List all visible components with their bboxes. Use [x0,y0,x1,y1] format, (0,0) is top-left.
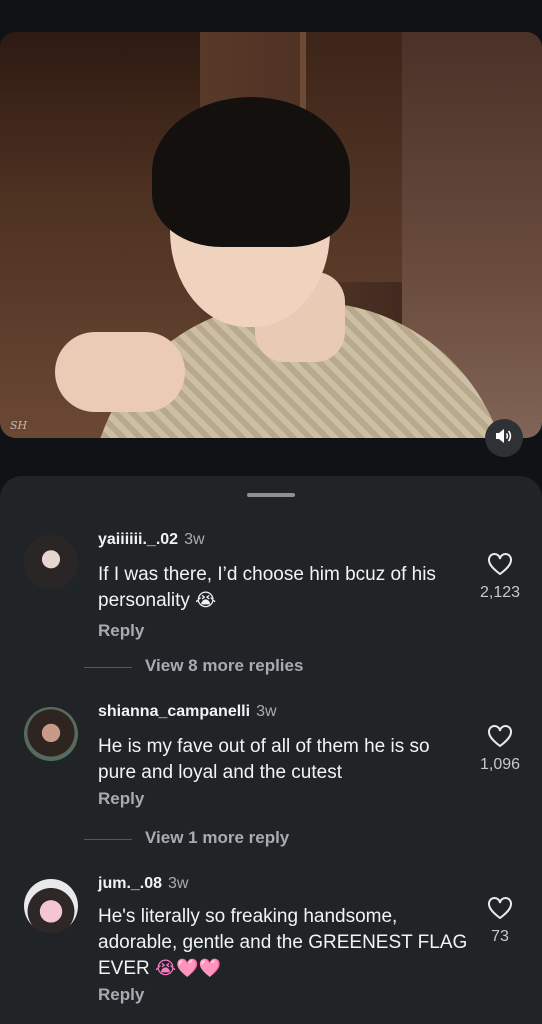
comment-username[interactable]: jum._.08 [98,875,162,892]
comment-time: 3w [256,703,277,720]
divider [84,839,132,840]
view-more-label[interactable]: View 1 more reply [145,828,289,848]
avatar[interactable] [24,707,78,761]
like-button[interactable]: 2,123 [470,552,530,602]
video-watermark: SH [10,419,28,432]
sound-toggle-button[interactable] [485,419,523,457]
comment-header: shianna_campanelli 3w [98,703,277,721]
view-more-label[interactable]: View 8 more replies [145,656,303,676]
reply-button[interactable]: Reply [98,985,144,1005]
like-count: 2,123 [479,584,521,601]
comments-sheet: yaiiiiii._.02 3w If I was there, I’d choo… [0,476,542,1024]
view-more-replies[interactable]: View 8 more replies [0,656,542,680]
comment-body: He's literally so freaking handsome, ado… [98,906,468,979]
comment-text: He is my fave out of all of them he is s… [98,736,430,783]
reply-button[interactable]: Reply [98,621,144,641]
video-person-hair [152,97,350,247]
comment-username[interactable]: shianna_campanelli [98,703,250,720]
video-person-hands [55,332,185,412]
crying-emoji: 😭 [195,590,217,610]
like-count: 73 [491,928,509,945]
video-player[interactable]: SH [0,32,542,438]
comment-body: If I was there, I’d choose him bcuz of h… [98,564,436,611]
avatar[interactable] [24,879,78,933]
heart-icon [488,553,512,576]
comment-time: 3w [184,531,205,548]
heart-icon [488,897,512,920]
comment-header: jum._.08 3w [98,875,188,893]
view-more-replies[interactable]: View 1 more reply [0,828,542,852]
like-button[interactable]: 73 [470,896,530,946]
avatar[interactable] [24,535,78,589]
reply-button[interactable]: Reply [98,789,144,809]
crying-and-heart-emojis: 😭🩷🩷 [155,958,221,978]
comment-header: yaiiiiii._.02 3w [98,531,205,549]
divider [84,667,132,668]
sheet-drag-handle[interactable] [247,493,295,497]
comment-time: 3w [168,875,189,892]
speaker-icon [495,428,513,449]
like-count: 1,096 [479,756,521,773]
like-button[interactable]: 1,096 [470,724,530,774]
comment-username[interactable]: yaiiiiii._.02 [98,531,178,548]
comment-text: If I was there, I’d choose him bcuz of h… [98,562,468,614]
heart-icon [488,725,512,748]
comment-text: He's literally so freaking handsome, ado… [98,904,468,982]
